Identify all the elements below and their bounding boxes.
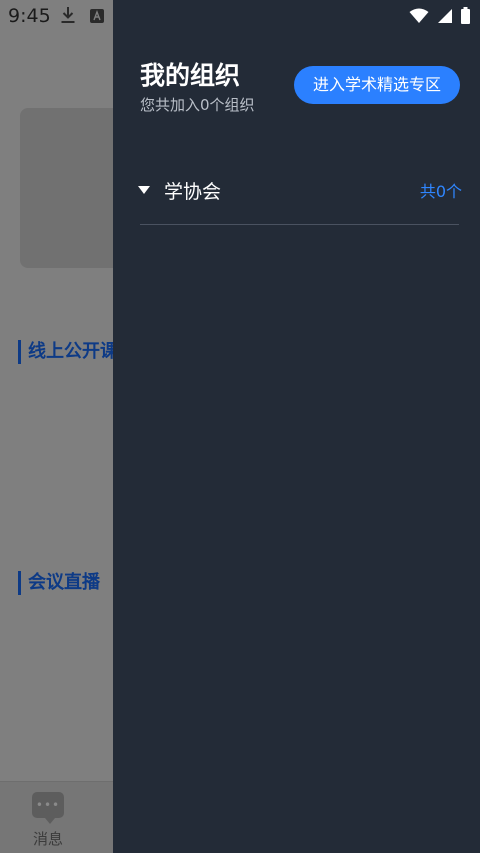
drawer-title: 我的组织: [140, 61, 241, 90]
enter-academic-zone-button[interactable]: 进入学术精选专区: [294, 66, 460, 104]
battery-icon: [461, 7, 470, 28]
wifi-icon: [409, 8, 429, 28]
section-heading-live-meetings: 会议直播: [18, 571, 100, 595]
group-name: 学协会: [164, 180, 222, 203]
tab-messages-label: 消息: [32, 830, 63, 848]
group-count: 共0个: [419, 182, 462, 201]
caret-down-icon[interactable]: [138, 186, 150, 194]
divider: [140, 224, 459, 225]
screen: 线上公开课 会议直播 ••• 消息 9:45 我的组织 您共加入0个组织 进入学…: [0, 0, 480, 853]
drawer-subtitle: 您共加入0个组织: [140, 96, 255, 114]
tab-messages[interactable]: ••• 消息: [20, 792, 76, 849]
message-icon: •••: [32, 792, 64, 824]
group-row-association[interactable]: 学协会 共0个: [137, 168, 462, 212]
message-icon-dots: •••: [35, 798, 61, 812]
download-icon: [60, 6, 76, 28]
organization-drawer: 我的组织 您共加入0个组织 进入学术精选专区 学协会 共0个: [113, 0, 480, 853]
section-heading-online-courses: 线上公开课: [18, 340, 118, 364]
status-bar: 9:45: [0, 0, 480, 34]
signal-icon: [437, 8, 453, 28]
status-time: 9:45: [8, 5, 51, 27]
app-notification-icon: [90, 8, 104, 27]
